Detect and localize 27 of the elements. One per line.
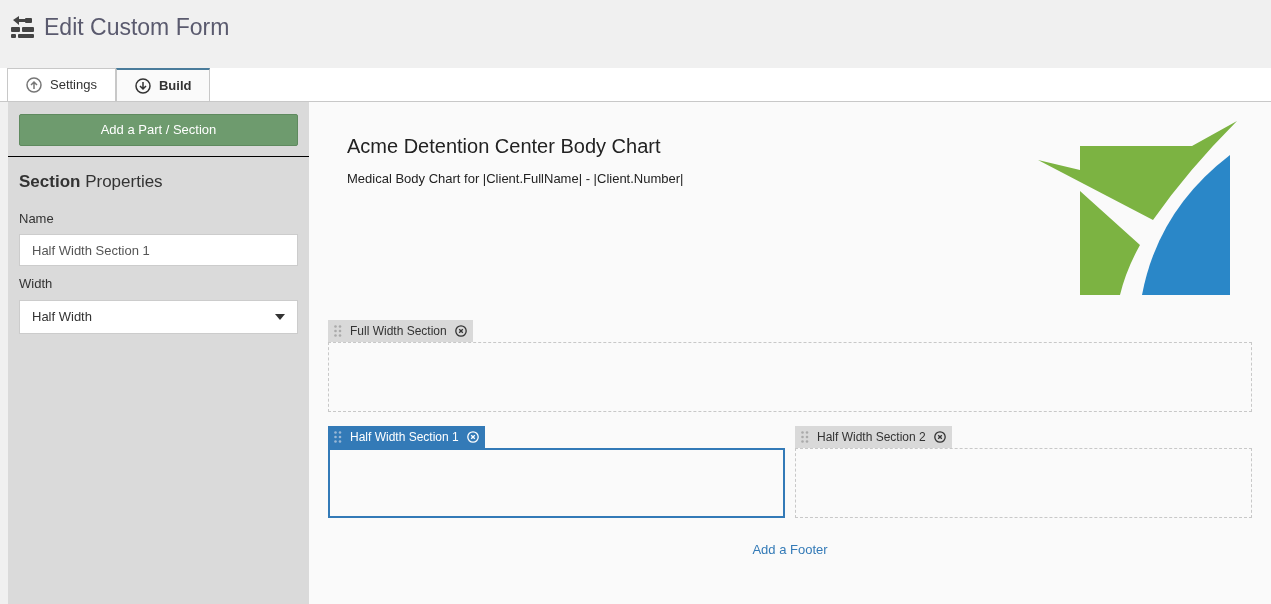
section-name: Half Width Section 1 — [350, 429, 459, 446]
field-label: Name — [19, 209, 55, 228]
tab[interactable]: Settings — [7, 68, 116, 101]
close-icon[interactable] — [454, 325, 467, 337]
drag-handle-icon[interactable] — [801, 431, 809, 443]
logo-icon — [1038, 120, 1238, 298]
form-title: Acme Detention Center Body Chart — [347, 134, 662, 159]
field-label: Width — [19, 275, 54, 293]
properties-heading: Section Properties — [19, 171, 164, 193]
form-subtitle: Medical Body Chart for |Client.FullName| - |Client.Number| — [347, 170, 684, 188]
drag-handle-icon[interactable] — [334, 325, 342, 337]
section-tab[interactable]: Full Width Section — [328, 320, 473, 342]
down-arrow-circle-icon — [135, 77, 151, 94]
drag-handle-icon[interactable] — [334, 431, 342, 443]
section-name: Full Width Section — [350, 323, 447, 340]
page-title: Edit Custom Form — [44, 12, 230, 42]
up-arrow-circle-icon — [26, 77, 42, 93]
section-tab[interactable]: Half Width Section 1 — [328, 426, 485, 448]
section-tab[interactable]: Half Width Section 2 — [795, 426, 952, 448]
section-name: Half Width Section 2 — [817, 429, 926, 446]
caret-icon — [275, 313, 285, 320]
form-builder-icon — [10, 15, 36, 39]
close-icon[interactable] — [933, 431, 946, 443]
width-dropdown[interactable]: Half Width — [19, 299, 298, 334]
add-footer-link[interactable]: Add a Footer — [752, 540, 828, 560]
tab[interactable]: Build — [116, 68, 211, 101]
name-input[interactable]: Half Width Section 1 — [19, 234, 298, 266]
